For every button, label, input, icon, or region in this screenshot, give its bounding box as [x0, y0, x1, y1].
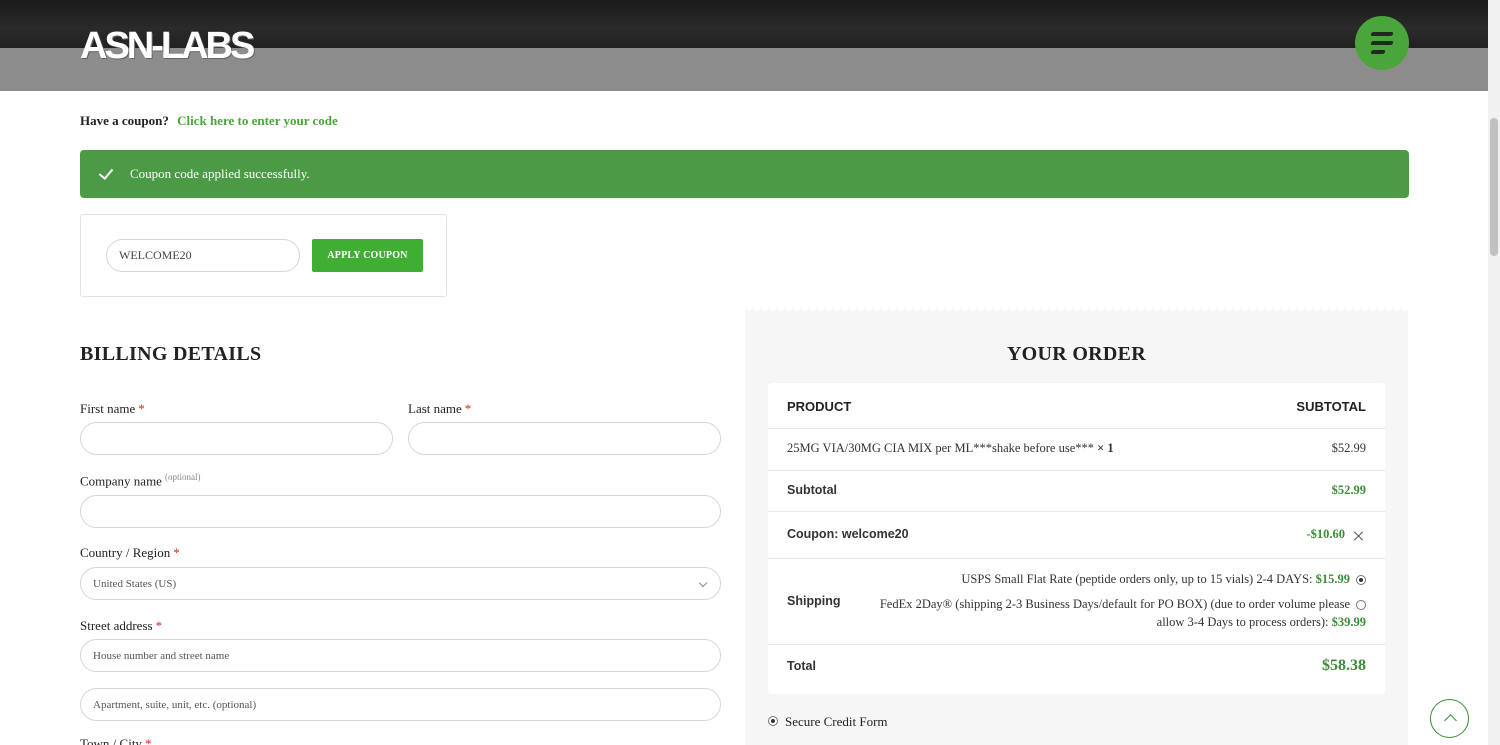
item-price: $52.99 [1331, 441, 1366, 455]
check-icon [98, 166, 114, 182]
coupon-discount-value: -$10.60 [1306, 527, 1345, 541]
coupon-prompt-text: Have a coupon? [80, 113, 169, 128]
subtotal-label: Subtotal [787, 483, 837, 497]
coupon-row: Coupon: welcome20 -$10.60 [768, 512, 1385, 559]
country-region-label: Country / Region * [80, 545, 180, 560]
order-item-row: 25MG VIA/30MG CIA MIX per ML***shake bef… [768, 429, 1385, 471]
back-to-top-chevron-up-icon[interactable] [1430, 699, 1469, 738]
column-subtotal: SUBTOTAL [1296, 399, 1366, 414]
street-address-field[interactable]: House number and street name [80, 639, 721, 672]
shipping-option-fedex-line2[interactable]: allow 3-4 Days to process orders): $39.9… [1157, 615, 1366, 630]
shipping-usps-radio[interactable] [1356, 575, 1366, 585]
coupon-form: APPLY COUPON [80, 214, 447, 297]
remove-coupon-icon[interactable] [1354, 531, 1364, 541]
coupon-code-input[interactable] [106, 239, 300, 272]
total-row: Total $58.38 [768, 645, 1385, 694]
order-panel-zigzag-edge [745, 307, 1408, 314]
coupon-label: Coupon: welcome20 [787, 527, 909, 541]
apply-coupon-button[interactable]: APPLY COUPON [312, 239, 423, 272]
street-address-2-placeholder: Apartment, suite, unit, etc. (optional) [93, 698, 257, 711]
shipping-option-fedex-line1[interactable]: FedEx 2Day® (shipping 2-3 Business Days/… [880, 597, 1350, 612]
company-name-label: Company name (optional) [80, 472, 201, 489]
enter-coupon-link[interactable]: Click here to enter your code [177, 113, 338, 128]
page-scrollbar[interactable] [1488, 0, 1500, 745]
billing-details-title: BILLING DETAILS [80, 343, 262, 365]
street-address-label: Street address * [80, 618, 163, 633]
country-region-select[interactable]: United States (US) [80, 567, 721, 600]
coupon-success-notice: Coupon code applied successfully. [80, 150, 1409, 198]
street-address-placeholder: House number and street name [93, 649, 230, 662]
shipping-row: Shipping USPS Small Flat Rate (peptide o… [768, 559, 1385, 645]
your-order-title: YOUR ORDER [1006, 343, 1147, 365]
site-logo[interactable]: ASN-LABS [80, 27, 255, 65]
country-selected-value: United States (US) [93, 577, 177, 590]
last-name-label: Last name * [408, 401, 472, 416]
scrollbar-thumb[interactable] [1490, 118, 1498, 256]
shipping-label: Shipping [787, 594, 841, 608]
order-table: PRODUCT SUBTOTAL 25MG VIA/30MG CIA MIX p… [768, 383, 1385, 694]
chevron-down-icon [698, 578, 708, 588]
street-address-2-field[interactable]: Apartment, suite, unit, etc. (optional) [80, 688, 721, 721]
coupon-prompt: Have a coupon? Click here to enter your … [80, 113, 338, 129]
column-product: PRODUCT [787, 399, 852, 414]
item-name: 25MG VIA/30MG CIA MIX per ML***shake bef… [787, 441, 1114, 455]
shipping-option-usps[interactable]: USPS Small Flat Rate (peptide orders onl… [961, 572, 1350, 587]
first-name-field[interactable] [80, 422, 393, 455]
town-city-label: Town / City * [80, 736, 152, 745]
subtotal-row: Subtotal $52.99 [768, 471, 1385, 512]
shipping-option-usps-price: $15.99 [1315, 572, 1350, 586]
company-name-field[interactable] [80, 495, 721, 528]
secure-credit-form-label[interactable]: Secure Credit Form [785, 714, 888, 730]
secure-credit-form-radio[interactable] [768, 716, 778, 726]
shipping-option-fedex-price: $39.99 [1331, 615, 1366, 629]
total-label: Total [787, 659, 816, 673]
total-value: $58.38 [1322, 657, 1366, 674]
subtotal-value: $52.99 [1331, 483, 1366, 497]
success-message: Coupon code applied successfully. [130, 166, 310, 181]
menu-hamburger-icon[interactable] [1355, 16, 1409, 70]
last-name-field[interactable] [408, 422, 721, 455]
item-quantity: × 1 [1097, 441, 1114, 455]
shipping-fedex-radio[interactable] [1356, 600, 1366, 610]
order-table-header: PRODUCT SUBTOTAL [768, 383, 1385, 429]
first-name-label: First name * [80, 401, 145, 416]
